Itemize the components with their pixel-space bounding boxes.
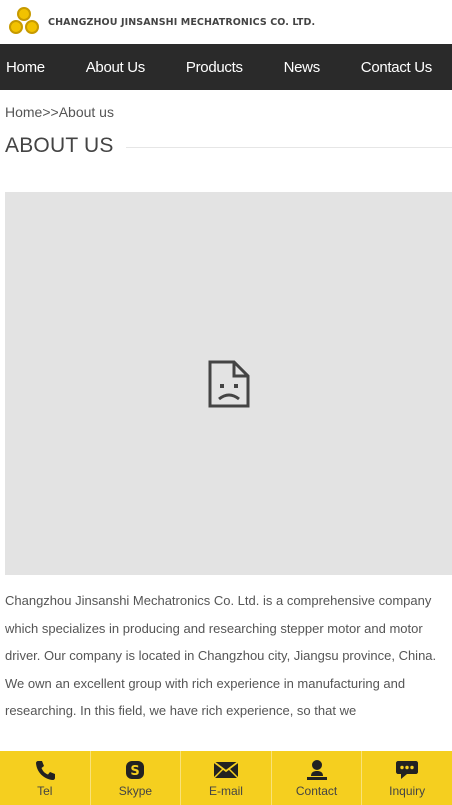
page-title-row: ABOUT US — [0, 126, 452, 162]
inquiry-button[interactable]: Inquiry — [362, 751, 452, 805]
mail-icon — [213, 761, 239, 779]
nav-news[interactable]: News — [284, 59, 321, 76]
email-button[interactable]: E-mail — [181, 751, 272, 805]
chat-icon — [396, 761, 419, 779]
contact-label: Contact — [295, 784, 338, 798]
tel-label: Tel — [37, 784, 53, 798]
phone-icon — [35, 761, 55, 780]
about-description: Changzhou Jinsanshi Mechatronics Co. Ltd… — [5, 593, 437, 718]
nav-home[interactable]: Home — [6, 59, 45, 76]
svg-text:S: S — [131, 764, 140, 779]
contact-button[interactable]: Contact — [272, 751, 363, 805]
breadcrumb[interactable]: Home>>About us — [0, 90, 452, 126]
email-label: E-mail — [208, 784, 243, 798]
skype-icon: S — [126, 761, 145, 779]
inquiry-label: Inquiry — [389, 784, 426, 798]
tel-button[interactable]: Tel — [0, 751, 91, 805]
nav-products[interactable]: Products — [186, 59, 243, 76]
title-divider — [125, 146, 452, 148]
broken-image-icon — [208, 360, 249, 407]
person-icon — [306, 760, 327, 780]
main-nav: Home About Us Products News Contact Us — [0, 44, 452, 90]
about-image — [5, 192, 452, 575]
site-header: CHANGZHOU JINSANSHI MECHATRONICS CO. LTD… — [0, 0, 452, 44]
page-title: ABOUT US — [5, 134, 114, 157]
company-logo-icon[interactable] — [6, 6, 42, 38]
bottom-action-bar: Tel S Skype E-mail Contact Inquiry — [0, 751, 452, 805]
company-name: CHANGZHOU JINSANSHI MECHATRONICS CO. LTD… — [48, 16, 316, 28]
skype-button[interactable]: S Skype — [91, 751, 182, 805]
skype-label: Skype — [118, 784, 153, 798]
nav-contact-us[interactable]: Contact Us — [361, 59, 433, 76]
nav-about-us[interactable]: About Us — [86, 59, 146, 76]
